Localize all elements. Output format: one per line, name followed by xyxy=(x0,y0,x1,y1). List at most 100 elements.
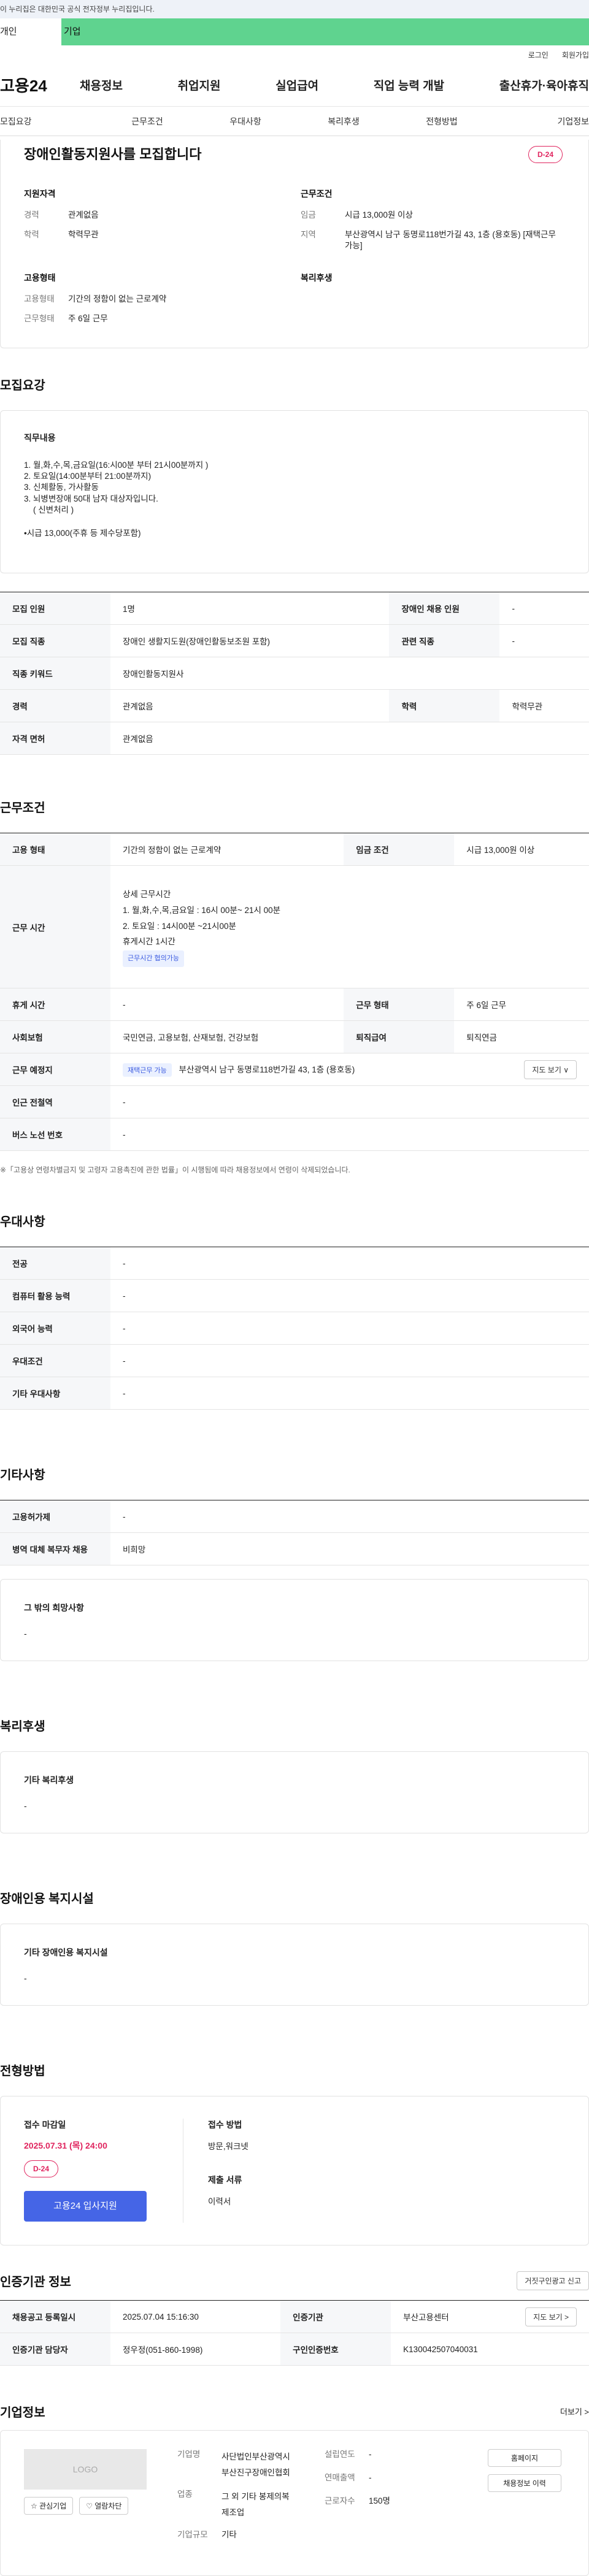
docs-value: 이력서 xyxy=(208,2197,231,2206)
company-logo: LOGO xyxy=(24,2449,147,2490)
subtab-recruit[interactable]: 모집요강 xyxy=(0,115,98,128)
region-value: 부산광역시 남구 동명로118번가길 43, 1층 (용호동) [재택근무 가능… xyxy=(345,230,556,251)
break-value: - xyxy=(110,988,344,1021)
cell-value: 관계없음 xyxy=(110,689,390,722)
tab-personal[interactable]: 개인 xyxy=(0,18,61,45)
table-row: 사회보험 국민연금, 고용보험, 산재보험, 건강보험 퇴직급여 퇴직연금 xyxy=(0,1020,589,1053)
cell-value: 비희망 xyxy=(110,1532,589,1565)
company-more-link[interactable]: 더보기 > xyxy=(560,2406,589,2417)
insurance-value: 국민연금, 고용보험, 산재보험, 건강보험 xyxy=(110,1020,344,1053)
cell-value: - xyxy=(110,1344,589,1377)
cert-table: 채용공고 등록일시 2025.07.04 15:16:30 인증기관 부산고용센… xyxy=(0,2300,589,2366)
gnb-employment-support[interactable]: 취업지원 xyxy=(178,77,221,93)
cell-label: 기타 우대사항 xyxy=(0,1377,110,1410)
subtab-welfare[interactable]: 복리후생 xyxy=(294,115,393,128)
block-view-button[interactable]: ♡ 열람차단 xyxy=(79,2497,129,2515)
mgr-label: 인증기관 담당자 xyxy=(0,2333,110,2366)
company-card: LOGO ☆ 관심기업 ♡ 열람차단 기업명 사단법인부산광역시부산진구장애인협회… xyxy=(0,2430,589,2576)
welfare-card-value: - xyxy=(24,1801,27,1811)
org-map-button[interactable]: 지도 보기 > xyxy=(525,2307,577,2326)
cell-label: 관련 직종 xyxy=(389,624,500,657)
tab-business[interactable]: 기업 xyxy=(61,18,589,45)
recruit-history-button[interactable]: 채용정보 이력 xyxy=(488,2474,561,2492)
job-title: 장애인활동지원사를 모집합니다 xyxy=(24,147,202,162)
preference-table: 전공 - 컴퓨터 활용 능력 - 외국어 능력 - 우대조건 - 기타 우대사항 - xyxy=(0,1247,589,1410)
year-value: - xyxy=(369,2450,372,2459)
cell-label: 장애인 채용 인원 xyxy=(389,592,500,625)
map-view-button[interactable]: 지도 보기 ∨ xyxy=(524,1060,577,1079)
subtab-company[interactable]: 기업정보 xyxy=(491,115,589,128)
section-title-cert: 인증기관 정보 xyxy=(0,2276,71,2289)
time-line: 1. 월,화,수,목,금요일 : 16시 00분~ 21시 00분 xyxy=(123,905,281,915)
cell-value: - xyxy=(110,1377,589,1410)
duty-line: 3. 뇌병변장애 50대 남자 대상자입니다. xyxy=(24,494,158,503)
company-name-value: 사단법인부산광역시부산진구장애인협회 xyxy=(221,2452,290,2477)
time-value: 상세 근무시간 1. 월,화,수,목,금요일 : 16시 00분~ 21시 00… xyxy=(110,865,589,988)
favorite-company-button[interactable]: ☆ 관심기업 xyxy=(24,2497,74,2515)
subtab-work[interactable]: 근무조건 xyxy=(98,115,196,128)
company-section: 기업정보 더보기 > LOGO ☆ 관심기업 ♡ 열람차단 기업명 사단법인부산광… xyxy=(0,2402,589,2576)
industry-value: 그 외 기타 봉제의복 제조업 xyxy=(221,2492,290,2517)
summary-card: 장애인활동지원사를 모집합니다 D-24 지원자격 경력 관계없음 학력 학력무관 … xyxy=(0,140,589,348)
subtab-preference[interactable]: 우대사항 xyxy=(196,115,294,128)
employ-label: 고용 형태 xyxy=(0,833,110,866)
table-row: 버스 노선 번호 - xyxy=(0,1118,589,1151)
gnb-unemployment[interactable]: 실업급여 xyxy=(275,77,318,93)
cell-value: - xyxy=(110,1500,589,1533)
dday-badge: D-24 xyxy=(528,146,563,163)
table-row: 채용공고 등록일시 2025.07.04 15:16:30 인증기관 부산고용센… xyxy=(0,2300,589,2333)
work-section: 근무조건 고용 형태 기간의 정함이 없는 근로계약 임금 조건 시급 13,0… xyxy=(0,798,589,1175)
break-label: 휴게 시간 xyxy=(0,988,110,1021)
table-row: 휴게 시간 - 근무 형태 주 6일 근무 xyxy=(0,988,589,1021)
cell-label: 모집 인원 xyxy=(0,592,110,625)
subtab-method[interactable]: 전형방법 xyxy=(393,115,491,128)
table-row: 자격 면허 관계없음 xyxy=(0,722,589,755)
how-value: 방문,워크넷 xyxy=(208,2142,248,2151)
subway-label: 인근 전철역 xyxy=(0,1085,110,1118)
place-value: 부산광역시 남구 동명로118번가길 43, 1층 (용호동) xyxy=(179,1064,355,1074)
qualification-title: 지원자격 xyxy=(24,189,56,199)
how-title: 접수 방법 xyxy=(208,2120,242,2130)
site-logo[interactable]: 고용24 xyxy=(0,74,67,96)
age-note: ※「고용상 연령차별금지 및 고령자 고용촉진에 관한 법률」이 시행됨에 따라… xyxy=(0,1166,350,1174)
other-wish-card: 그 밖의 희망사항 - xyxy=(0,1579,589,1661)
deadline-title: 접수 마감일 xyxy=(24,2120,66,2130)
detail-subtabs: 모집요강 근무조건 우대사항 복리후생 전형방법 기업정보 xyxy=(0,107,589,136)
homepage-button[interactable]: 홈페이지 xyxy=(488,2449,561,2467)
size-value: 기타 xyxy=(221,2529,237,2539)
gov-banner: 이 누리집은 대한민국 공식 전자정부 누리집입니다. xyxy=(0,0,589,18)
apply-button[interactable]: 고용24 입사지원 xyxy=(24,2191,147,2222)
reg-label: 채용공고 등록일시 xyxy=(0,2300,110,2333)
gnb-jobs[interactable]: 채용정보 xyxy=(80,77,123,93)
bus-value: - xyxy=(110,1118,589,1151)
table-row: 고용 형태 기간의 정함이 없는 근로계약 임금 조건 시급 13,000원 이… xyxy=(0,833,589,866)
login-link[interactable]: 로그인 xyxy=(528,50,549,60)
gnb-training[interactable]: 직업 능력 개발 xyxy=(374,77,444,93)
employment-type-title: 고용형태 xyxy=(24,272,56,283)
recruit-section: 모집요강 직무내용 1. 월,화,수,목,금요일(16:시00분 부터 21시0… xyxy=(0,375,589,755)
subway-value: - xyxy=(110,1085,589,1118)
duty-line: 3. 신체활동, 가사활동 xyxy=(24,483,99,492)
pension-value: 퇴직연금 xyxy=(454,1020,589,1053)
global-nav: 고용24 채용정보 취업지원 실업급여 직업 능력 개발 출산휴가·육아휴직 xyxy=(0,64,589,107)
etc-section: 기타사항 고용허가제 - 병역 대체 복무자 채용 비희망 그 밖의 희망사항 - xyxy=(0,1465,589,1661)
signup-link[interactable]: 회원가입 xyxy=(562,50,589,60)
table-row: 근무 시간 상세 근무시간 1. 월,화,수,목,금요일 : 16시 00분~ … xyxy=(0,865,589,988)
cell-value: - xyxy=(110,1312,589,1345)
time-line: 상세 근무시간 xyxy=(123,890,171,900)
utility-nav: 로그인 회원가입 xyxy=(0,45,589,64)
disability-section: 장애인용 복지시설 기타 장애인용 복지시설 - xyxy=(0,1889,589,2006)
gnb-leave[interactable]: 출산휴가·육아휴직 xyxy=(499,77,589,93)
welfare-section: 복리후생 기타 복리후생 - xyxy=(0,1716,589,1833)
cell-label: 외국어 능력 xyxy=(0,1312,110,1345)
section-title-etc: 기타사항 xyxy=(0,1469,45,1482)
sales-value: - xyxy=(369,2473,372,2483)
disability-card-value: - xyxy=(24,1973,27,1983)
welfare-title: 복리후생 xyxy=(301,272,333,283)
employ-type-label: 고용형태 xyxy=(24,294,55,304)
welfare-block: 복리후생 xyxy=(301,272,565,333)
cell-label: 병역 대체 복무자 채용 xyxy=(0,1532,110,1565)
cell-value: - xyxy=(499,592,589,625)
report-button[interactable]: 거짓구인광고 신고 xyxy=(517,2271,589,2290)
duty-line: ( 신변처리 ) xyxy=(24,505,74,514)
